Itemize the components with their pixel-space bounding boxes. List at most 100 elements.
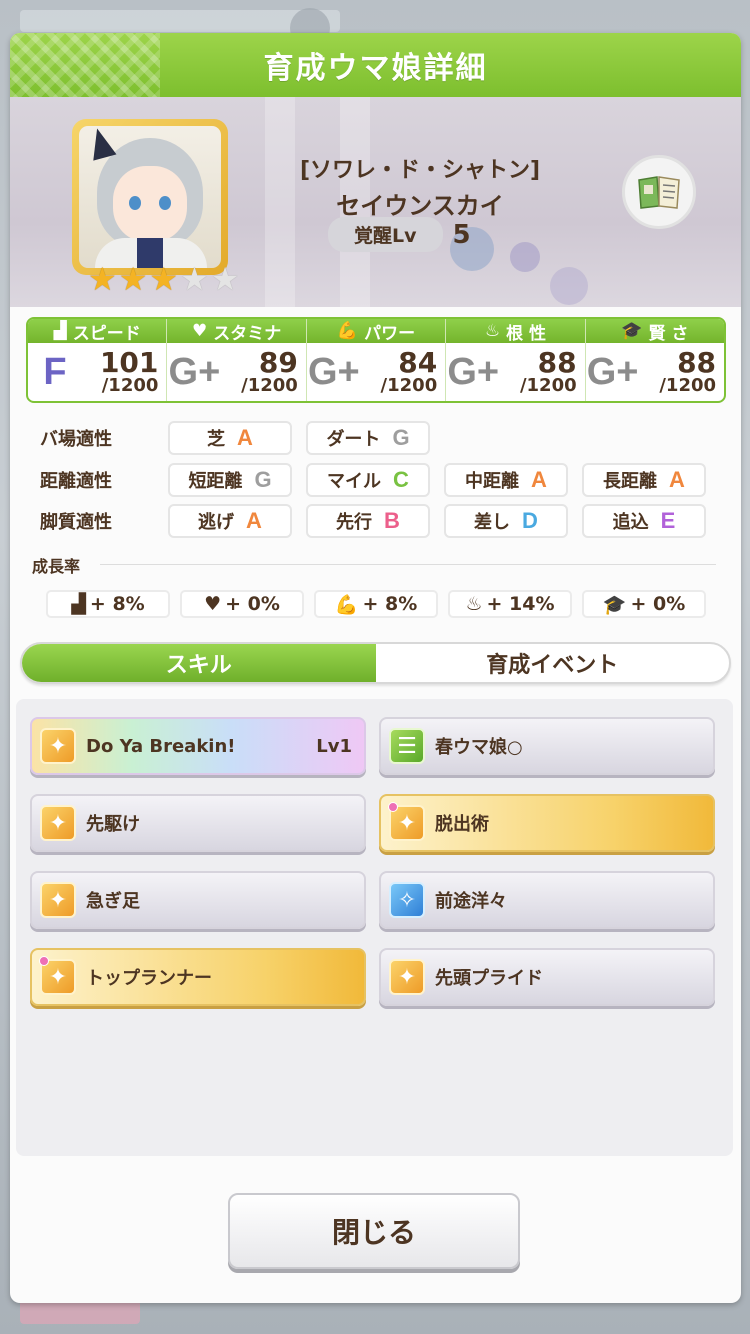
character-name: セイウンスカイ <box>336 192 504 220</box>
stat-max: /1200 <box>519 375 577 396</box>
stat-grade: G+ <box>307 350 360 393</box>
stat-value: 84 <box>398 346 438 379</box>
character-title-block: [ソワレ・ド・シャトン] セイウンスカイ <box>290 152 550 221</box>
stat-speed: ▟ スピード F 101/1200 <box>28 319 168 401</box>
skill-item[interactable]: ✦ トップランナー <box>30 948 366 1006</box>
mortarboard-icon: 🎓 <box>602 593 627 616</box>
awakening-value: 5 <box>452 219 471 250</box>
aptitude-row-distance: 距離適性 短距離 G マイル C 中距離 A 長距離 A <box>40 463 720 497</box>
stat-value: 88 <box>677 346 717 379</box>
portrait-hat <box>85 126 117 161</box>
growth-guts: ♨ + 14% <box>448 590 572 618</box>
skill-item[interactable]: ✦ 急ぎ足 <box>30 871 366 929</box>
aptitude-rank: A <box>237 425 253 450</box>
aptitude-long: 長距離 A <box>582 463 706 497</box>
skill-name: 春ウマ娘○ <box>435 737 523 758</box>
skill-item[interactable]: ✦ Do Ya Breakin! Lv1 <box>30 717 366 775</box>
flame-icon: ♨ <box>465 593 483 615</box>
skill-sparkle-icon: ✧ <box>389 882 425 918</box>
growth-power: 💪 + 8% <box>314 590 438 618</box>
aptitude-sprint: 短距離 G <box>168 463 292 497</box>
aptitude-dirt: ダート G <box>306 421 430 455</box>
skill-level: Lv1 <box>316 735 352 757</box>
skill-item[interactable]: ✦ 脱出術 <box>379 794 715 852</box>
rarity-stars: ★ ★ ★ ★ ★ <box>88 263 239 295</box>
flame-icon: ♨ <box>484 321 501 341</box>
mortarboard-icon: 🎓 <box>621 321 643 341</box>
aptitude-mile: マイル C <box>306 463 430 497</box>
skill-season-icon: ☰ <box>389 728 425 764</box>
aptitude-end-closer: 追込 E <box>582 504 706 538</box>
book-button[interactable] <box>622 155 696 229</box>
aptitude-rank: D <box>522 508 538 533</box>
aptitude-row-track: バ場適性 芝A ダート G <box>40 421 444 455</box>
skill-speed-icon: ✦ <box>388 802 425 841</box>
stat-value: 101 <box>99 346 159 379</box>
stat-wisdom: 🎓 賢 さ G+ 88/1200 <box>585 319 724 401</box>
character-banner: ★ ★ ★ ★ ★ [ソワレ・ド・シャトン] セイウンスカイ 覚醒Lv 5 <box>10 97 741 307</box>
skill-name: Do Ya Breakin! <box>86 735 236 757</box>
aptitude-row-style: 脚質適性 逃げ A 先行 B 差し D 追込 E <box>40 504 720 538</box>
skill-item[interactable]: ☰ 春ウマ娘○ <box>379 717 715 775</box>
aptitude-row-label: 距離適性 <box>40 471 112 492</box>
stat-label: スピード <box>72 323 141 344</box>
detail-dialog: 育成ウマ娘詳細 ★ ★ ★ ★ ★ [ソワレ・ド・シャトン] セイウンスカイ 覚醒Lv <box>10 33 741 1303</box>
portrait-eye <box>129 196 141 210</box>
stat-max: /1200 <box>380 375 438 396</box>
tab-skills[interactable]: スキル <box>22 644 376 682</box>
aptitude-row-label: 脚質適性 <box>40 512 112 533</box>
character-subtitle: [ソワレ・ド・シャトン] <box>299 158 541 183</box>
dialog-title: 育成ウマ娘詳細 <box>263 51 488 86</box>
tab-training-events[interactable]: 育成イベント <box>376 644 730 682</box>
balloon-decoration <box>550 267 588 305</box>
aptitude-turf: 芝A <box>168 421 292 455</box>
aptitude-rank: G <box>254 467 272 492</box>
star-icon: ★ <box>149 260 179 298</box>
shoe-icon: ▟ <box>71 593 86 615</box>
aptitude-rank: E <box>660 508 676 533</box>
star-icon: ★ <box>88 260 117 298</box>
skill-item[interactable]: ✦ 先駆け <box>30 794 366 852</box>
stat-label: パワー <box>364 323 416 344</box>
header-pattern <box>10 33 160 97</box>
character-portrait[interactable] <box>72 119 228 275</box>
growth-divider <box>100 564 716 565</box>
skills-list: ✦ Do Ya Breakin! Lv1 ☰ 春ウマ娘○ ✦ 先駆け ✦ 脱出術… <box>16 699 733 1156</box>
skill-speed-icon: ✦ <box>40 882 76 918</box>
skill-item[interactable]: ✧ 前途洋々 <box>379 871 715 929</box>
aptitude-front-runner: 逃げ A <box>168 504 292 538</box>
growth-stamina: ♥ + 0% <box>180 590 304 618</box>
portrait-image <box>79 126 221 268</box>
stat-label: 根 性 <box>506 323 546 344</box>
skill-name: 脱出術 <box>435 814 489 835</box>
close-button[interactable]: 閉じる <box>228 1193 520 1269</box>
aptitude-rank: A <box>669 467 685 492</box>
aptitude-pace-chaser: 先行 B <box>306 504 430 538</box>
growth-wisdom: 🎓 + 0% <box>582 590 706 618</box>
skill-name: 急ぎ足 <box>86 891 140 912</box>
stat-power: 💪 パワー G+ 84/1200 <box>306 319 447 401</box>
muscle-icon: 💪 <box>336 321 359 341</box>
aptitude-medium: 中距離 A <box>444 463 568 497</box>
aptitude-rank: G <box>392 425 410 450</box>
aptitude-late-surger: 差し D <box>444 504 568 538</box>
growth-speed: ▟ + 8% <box>46 590 170 618</box>
new-dot-icon <box>388 802 398 812</box>
shoe-icon: ▟ <box>53 321 67 341</box>
skill-name: 前途洋々 <box>435 891 507 912</box>
portrait-face <box>113 166 187 242</box>
aptitude-rank: A <box>246 508 262 533</box>
stat-stamina: ♥ スタミナ G+ 89/1200 <box>167 319 307 401</box>
stat-max: /1200 <box>241 375 298 396</box>
star-icon: ★ <box>118 260 148 298</box>
stat-label: 賢 さ <box>648 323 689 344</box>
stat-grade: G+ <box>447 350 500 393</box>
stat-grade: G+ <box>586 350 639 393</box>
aptitude-rank: B <box>384 508 400 533</box>
aptitude-row-label: バ場適性 <box>40 429 112 450</box>
muscle-icon: 💪 <box>334 593 359 616</box>
skill-item[interactable]: ✦ 先頭プライド <box>379 948 715 1006</box>
star-icon: ★ <box>210 260 240 298</box>
book-icon <box>638 176 680 209</box>
skill-name: トップランナー <box>86 968 212 989</box>
